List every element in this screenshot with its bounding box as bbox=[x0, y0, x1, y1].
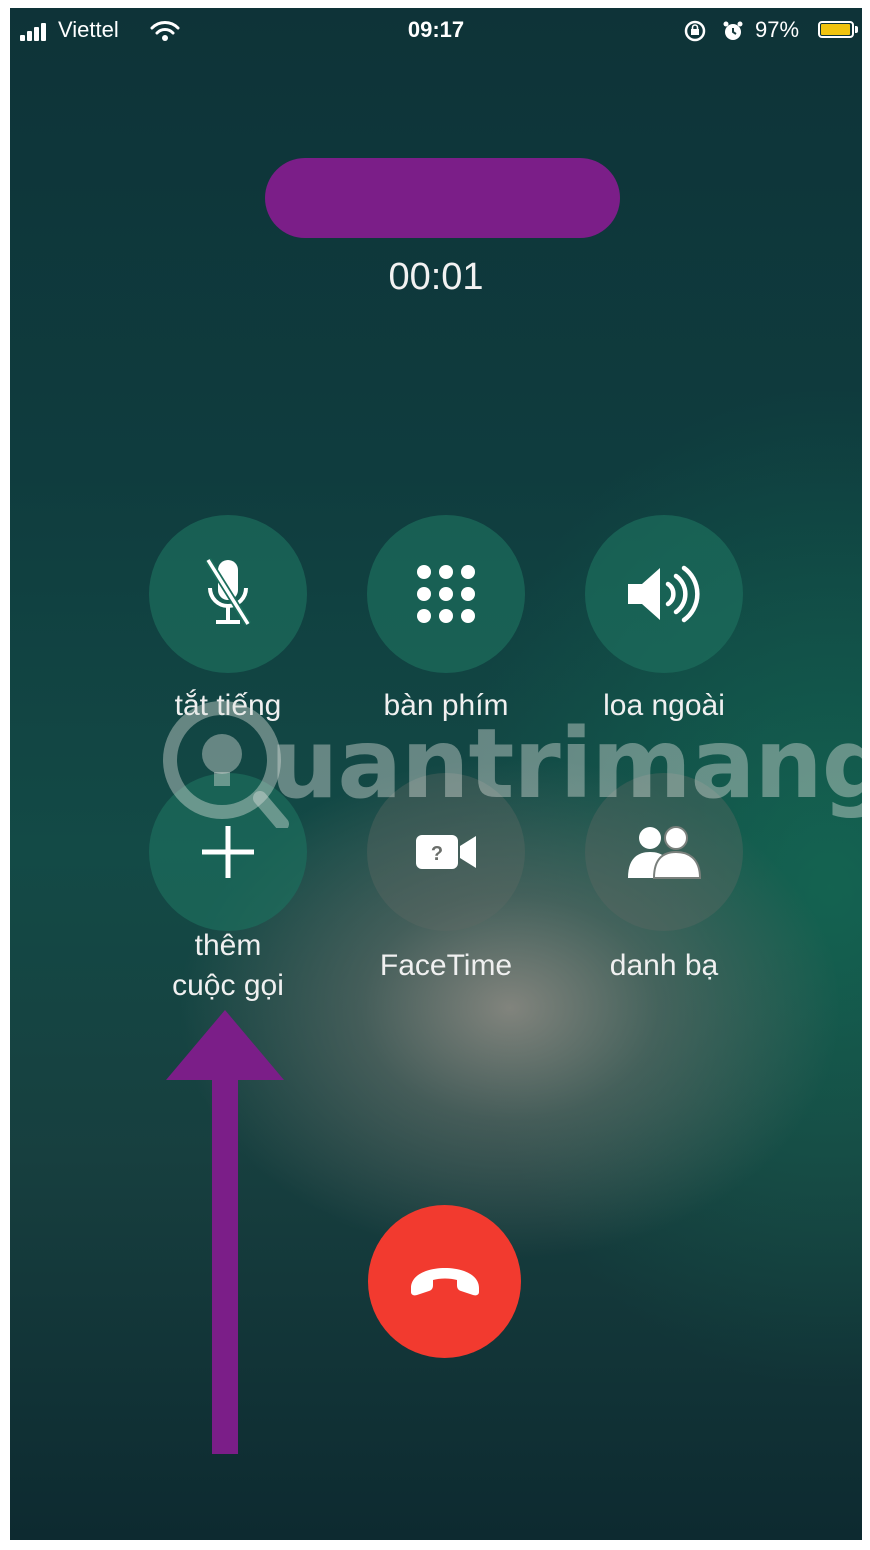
caller-name-redaction bbox=[265, 158, 620, 238]
battery-percentage: 97% bbox=[755, 17, 800, 42]
annotation-arrow-icon bbox=[166, 1010, 284, 1454]
add-call-button[interactable] bbox=[149, 773, 307, 931]
orientation-lock-icon bbox=[684, 20, 706, 42]
add-call-label: thêm cuộc gọi bbox=[103, 926, 353, 1006]
phone-hangup-icon bbox=[410, 1267, 479, 1295]
battery-icon bbox=[818, 21, 854, 38]
keypad-button[interactable] bbox=[367, 515, 525, 673]
call-timer: 00:01 bbox=[388, 256, 484, 298]
battery-tip bbox=[855, 26, 858, 33]
mute-label: tắt tiếng bbox=[174, 689, 282, 722]
alarm-icon bbox=[723, 21, 743, 40]
facetime-button[interactable]: ? bbox=[367, 773, 525, 931]
keypad-label: bàn phím bbox=[383, 689, 509, 722]
keypad-icon bbox=[417, 565, 475, 623]
facetime-video-icon: ? bbox=[416, 835, 476, 869]
speaker-icon bbox=[628, 565, 700, 623]
status-bar: Viettel 09:17 97% bbox=[10, 8, 862, 54]
add-call-label-line2: cuộc gọi bbox=[172, 969, 284, 1002]
speaker-button[interactable] bbox=[585, 515, 743, 673]
facetime-label: FaceTime bbox=[379, 949, 513, 982]
mic-slash-icon bbox=[205, 558, 251, 626]
end-call-button[interactable] bbox=[368, 1205, 521, 1358]
call-screen: Viettel 09:17 97% 00:01 tắt tiếng bàn ph… bbox=[10, 8, 862, 1540]
mute-button[interactable] bbox=[149, 515, 307, 673]
contacts-icon bbox=[628, 826, 702, 879]
contacts-button[interactable] bbox=[585, 773, 743, 931]
svg-text:?: ? bbox=[431, 843, 443, 865]
add-call-label-line1: thêm bbox=[194, 929, 262, 962]
speaker-label: loa ngoài bbox=[603, 689, 725, 722]
contacts-label: danh bạ bbox=[609, 949, 719, 982]
plus-icon bbox=[202, 826, 254, 878]
